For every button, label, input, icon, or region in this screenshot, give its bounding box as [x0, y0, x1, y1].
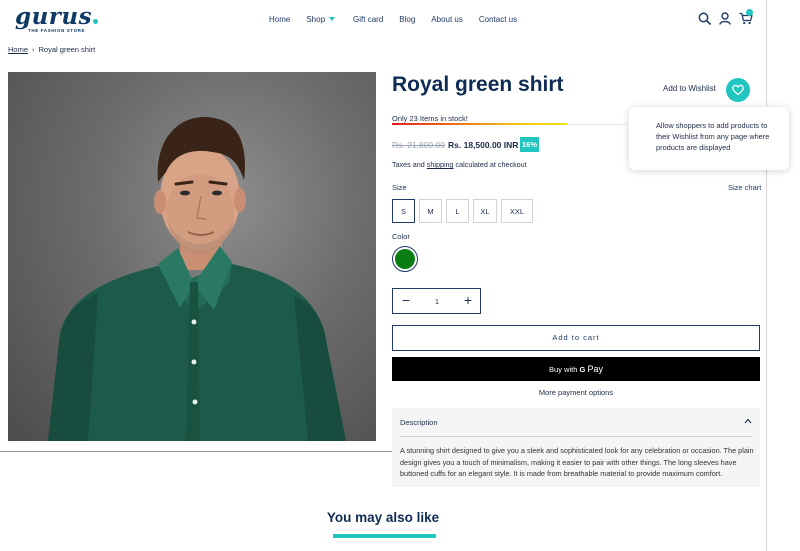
nav-gift-card[interactable]: Gift card	[353, 15, 383, 24]
stock-progress-track	[567, 124, 628, 125]
main-nav: Home Shop Gift card Blog About us Contac…	[269, 15, 517, 24]
more-payment-options-link[interactable]: More payment options	[392, 388, 760, 397]
stock-message: Only 23 Items in stock!	[392, 114, 468, 123]
logo-wordmark: gurus	[15, 3, 93, 30]
breadcrumb-current: Royal green shirt	[38, 45, 96, 54]
tax-note: Taxes and shipping calculated at checkou…	[392, 160, 527, 169]
google-g-icon: G	[579, 365, 586, 374]
size-option-m[interactable]: M	[419, 199, 442, 223]
breadcrumb: Home › Royal green shirt	[8, 45, 95, 54]
size-chart-link[interactable]: Size chart	[728, 183, 761, 192]
nav-blog[interactable]: Blog	[399, 15, 415, 24]
add-to-wishlist-label[interactable]: Add to Wishlist	[663, 84, 716, 93]
description-accordion: Description A stunning shirt designed to…	[392, 408, 760, 487]
size-options: S M L XL XXL	[392, 199, 537, 223]
product-photo-illustration	[48, 117, 346, 441]
tax-note-post: calculated at checkout	[453, 160, 527, 169]
nav-contact-us[interactable]: Contact us	[479, 15, 517, 24]
stock-progress-bar	[392, 123, 567, 125]
cart-count-badge	[746, 9, 753, 16]
quantity-decrease-button[interactable]: −	[399, 293, 413, 308]
nav-home[interactable]: Home	[269, 15, 290, 24]
heart-icon	[732, 84, 744, 96]
nav-shop-label: Shop	[306, 15, 326, 24]
size-option-s[interactable]: S	[392, 199, 415, 223]
description-text: A stunning shirt designed to give you a …	[400, 446, 754, 478]
buy-with-label: Buy with	[549, 365, 578, 374]
price-compare: Rs. 21,800.00	[392, 140, 445, 150]
discount-badge: 16%	[520, 137, 539, 152]
size-label: Size	[392, 183, 407, 192]
header-icons	[698, 9, 758, 28]
color-swatch-selected[interactable]	[392, 246, 418, 272]
product-title: Royal green shirt	[392, 73, 564, 96]
quantity-increase-button[interactable]: +	[461, 293, 475, 308]
related-heading-underline	[333, 534, 436, 538]
logo[interactable]: gurus THE FASHION STORE	[15, 3, 99, 33]
add-to-wishlist-button[interactable]	[726, 78, 750, 102]
description-heading[interactable]: Description	[400, 418, 438, 427]
size-option-xxl[interactable]: XXL	[501, 199, 533, 223]
chevron-down-icon	[329, 17, 336, 21]
wishlist-tooltip: Allow shoppers to add products to their …	[629, 107, 789, 170]
breadcrumb-separator: ›	[32, 45, 35, 54]
breadcrumb-home[interactable]: Home	[8, 45, 28, 54]
description-divider	[400, 436, 752, 437]
gpay-pay-label: Pay	[587, 364, 603, 374]
tax-note-pre: Taxes and	[392, 160, 427, 169]
account-icon[interactable]	[719, 12, 731, 25]
search-icon[interactable]	[698, 12, 711, 25]
color-label: Color	[392, 232, 410, 241]
price-current: Rs. 18,500.00 INR	[448, 140, 519, 150]
add-to-cart-button[interactable]: Add to cart	[392, 325, 760, 351]
size-option-l[interactable]: L	[446, 199, 469, 223]
color-swatch-green	[395, 249, 415, 269]
shipping-link[interactable]: shipping	[427, 160, 454, 169]
quantity-stepper: − 1 +	[392, 288, 481, 314]
page-edge-divider	[766, 0, 767, 551]
buy-with-gpay-button[interactable]: Buy with G Pay	[392, 357, 760, 381]
logo-dot	[93, 19, 99, 24]
chevron-up-icon[interactable]	[744, 418, 752, 424]
quantity-input[interactable]: 1	[427, 297, 447, 306]
horizontal-divider	[0, 451, 392, 452]
nav-about-us[interactable]: About us	[431, 15, 463, 24]
size-option-xl[interactable]: XL	[473, 199, 497, 223]
product-image[interactable]	[8, 72, 376, 441]
nav-shop[interactable]: Shop	[306, 15, 336, 24]
related-products-heading: You may also like	[326, 510, 440, 525]
site-header: gurus THE FASHION STORE Home Shop Gift c…	[0, 0, 766, 40]
